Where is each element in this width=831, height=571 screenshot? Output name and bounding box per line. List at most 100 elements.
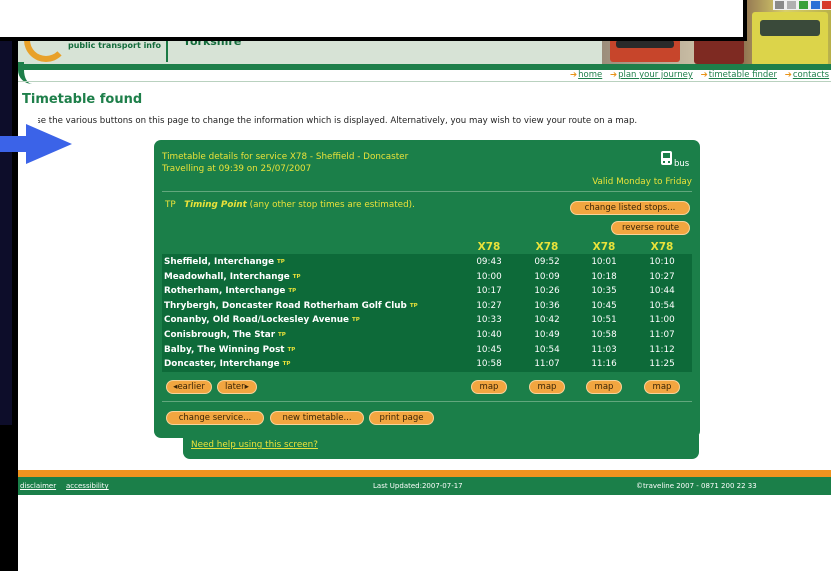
stop-cell: Meadowhall, Interchange TP bbox=[164, 272, 301, 282]
time-cell: 09:43 bbox=[476, 257, 502, 267]
nav-contacts[interactable]: contacts bbox=[793, 70, 829, 80]
change-service-button[interactable]: change service... bbox=[166, 411, 264, 425]
arrow-icon: ➔ bbox=[570, 70, 578, 80]
time-cell: 10:01 bbox=[591, 257, 617, 267]
timing-point-legend: TP Timing Point (any other stop times ar… bbox=[165, 200, 415, 210]
time-cell: 10:40 bbox=[476, 330, 502, 340]
tp-marker: TP bbox=[278, 332, 286, 338]
page-title: Timetable found bbox=[22, 92, 143, 107]
table-row: Sheffield, Interchange TP 09:43 09:52 10:… bbox=[162, 255, 692, 270]
service-details: Timetable details for service X78 - Shef… bbox=[162, 152, 409, 162]
screen-overlay-box bbox=[0, 0, 747, 41]
tp-marker: TP bbox=[292, 273, 301, 280]
tp-marker: TP bbox=[282, 361, 291, 368]
print-page-button[interactable]: print page bbox=[369, 411, 434, 425]
time-cell: 10:54 bbox=[649, 300, 675, 311]
arrow-icon: ➔ bbox=[784, 70, 792, 80]
screen-frame-panel bbox=[0, 40, 12, 425]
timetable-panel: Timetable details for service X78 - Shef… bbox=[154, 140, 700, 438]
bus-icon bbox=[661, 151, 672, 165]
tp-marker: TP bbox=[277, 259, 285, 265]
check-icon[interactable] bbox=[799, 1, 808, 9]
stop-name: Doncaster, Interchange bbox=[164, 359, 280, 370]
table-row: Conisbrough, The Star TP 10:40 10:49 10:5… bbox=[162, 328, 692, 343]
logo-tagline: public transport info bbox=[68, 41, 161, 50]
earlier-button[interactable]: ◂earlier bbox=[166, 380, 212, 394]
time-cell: 11:12 bbox=[649, 344, 675, 355]
tool-icon[interactable] bbox=[775, 1, 784, 9]
top-nav: ➔home ➔plan your journey ➔timetable find… bbox=[570, 70, 831, 80]
tp-marker: TP bbox=[351, 317, 360, 324]
new-timetable-button[interactable]: new timetable... bbox=[270, 411, 364, 425]
stop-name: Conisbrough, The Star bbox=[164, 330, 276, 340]
help-link[interactable]: Need help using this screen? bbox=[191, 440, 318, 450]
time-cell: 10:44 bbox=[649, 286, 675, 297]
stop-cell: Sheffield, Interchange TP bbox=[164, 257, 285, 267]
tp-code: TP bbox=[165, 200, 176, 210]
tp-marker: TP bbox=[287, 346, 296, 353]
route-header: X78 bbox=[535, 241, 559, 253]
footer-strip bbox=[18, 470, 831, 477]
table-row: Rotherham, Interchange TP 10:17 10:26 10:… bbox=[162, 284, 692, 299]
change-stops-button[interactable]: change listed stops... bbox=[570, 201, 690, 215]
nav-timetable-finder[interactable]: timetable finder bbox=[709, 70, 777, 80]
time-cell: 10:45 bbox=[591, 300, 617, 311]
time-cell: 10:42 bbox=[534, 315, 560, 326]
chevron-right-icon: ▸ bbox=[244, 382, 249, 392]
time-cell: 10:17 bbox=[476, 286, 502, 297]
mode-label: bus bbox=[674, 159, 690, 169]
time-cell: 10:54 bbox=[534, 344, 560, 355]
stop-cell: Balby, The Winning Post TP bbox=[164, 345, 295, 355]
disclaimer-link[interactable]: disclaimer bbox=[20, 482, 56, 490]
map-button[interactable]: map bbox=[471, 380, 507, 394]
nav-plan-journey[interactable]: plan your journey bbox=[618, 70, 693, 80]
time-cell: 10:58 bbox=[476, 359, 502, 370]
stop-name: Balby, The Winning Post bbox=[164, 344, 285, 355]
tool-icon[interactable] bbox=[787, 1, 796, 9]
time-cell: 10:27 bbox=[649, 271, 675, 282]
reverse-route-button[interactable]: reverse route bbox=[611, 221, 690, 235]
stop-cell: Rotherham, Interchange TP bbox=[164, 286, 296, 296]
time-cell: 10:49 bbox=[534, 330, 560, 340]
intro-text: Use the various buttons on this page to … bbox=[30, 116, 638, 126]
time-cell: 10:27 bbox=[476, 300, 502, 311]
stop-name: Sheffield, Interchange bbox=[164, 257, 275, 267]
last-updated: Last Updated:2007-07-17 bbox=[373, 482, 463, 490]
map-button[interactable]: map bbox=[529, 380, 565, 394]
stop-name: Rotherham, Interchange bbox=[164, 286, 286, 297]
toolbar-icons bbox=[773, 0, 831, 10]
stop-name: Meadowhall, Interchange bbox=[164, 271, 290, 282]
pointer-arrow-icon bbox=[0, 124, 72, 164]
later-button[interactable]: later▸ bbox=[217, 380, 257, 394]
route-header: X78 bbox=[477, 241, 501, 253]
map-button[interactable]: map bbox=[586, 380, 622, 394]
table-row: Doncaster, Interchange TP 10:58 11:07 11:… bbox=[162, 357, 692, 372]
stop-cell: Conanby, Old Road/Lockesley Avenue TP bbox=[164, 315, 360, 325]
table-row: Balby, The Winning Post TP 10:45 10:54 11… bbox=[162, 343, 692, 358]
accessibility-link[interactable]: accessibility bbox=[66, 482, 109, 490]
time-cell: 10:51 bbox=[591, 315, 617, 326]
tp-name: Timing Point bbox=[184, 200, 247, 210]
stop-name: Conanby, Old Road/Lockesley Avenue bbox=[164, 315, 349, 326]
time-cell: 10:45 bbox=[476, 344, 502, 355]
time-cell: 10:58 bbox=[591, 330, 617, 340]
close-icon[interactable] bbox=[822, 1, 831, 9]
stop-name: Thrybergh, Doncaster Road Rotherham Golf… bbox=[164, 300, 407, 311]
stop-cell: Thrybergh, Doncaster Road Rotherham Golf… bbox=[164, 301, 418, 311]
time-cell: 10:26 bbox=[534, 286, 560, 297]
divider bbox=[162, 191, 692, 192]
time-cell: 10:35 bbox=[591, 286, 617, 297]
time-cell: 10:09 bbox=[534, 271, 560, 282]
copyright: ©traveline 2007 - 0871 200 22 33 bbox=[636, 482, 757, 490]
arrow-icon: ➔ bbox=[609, 70, 618, 80]
stop-cell: Conisbrough, The Star TP bbox=[164, 330, 286, 340]
route-header: X78 bbox=[650, 241, 674, 253]
tool-icon[interactable] bbox=[811, 1, 820, 9]
time-cell: 11:07 bbox=[534, 359, 560, 370]
later-label: later bbox=[225, 382, 245, 392]
time-cell: 11:16 bbox=[591, 359, 617, 370]
nav-home[interactable]: home bbox=[578, 70, 602, 80]
tp-marker: TP bbox=[409, 302, 418, 309]
map-button[interactable]: map bbox=[644, 380, 680, 394]
table-row: Thrybergh, Doncaster Road Rotherham Golf… bbox=[162, 299, 692, 314]
